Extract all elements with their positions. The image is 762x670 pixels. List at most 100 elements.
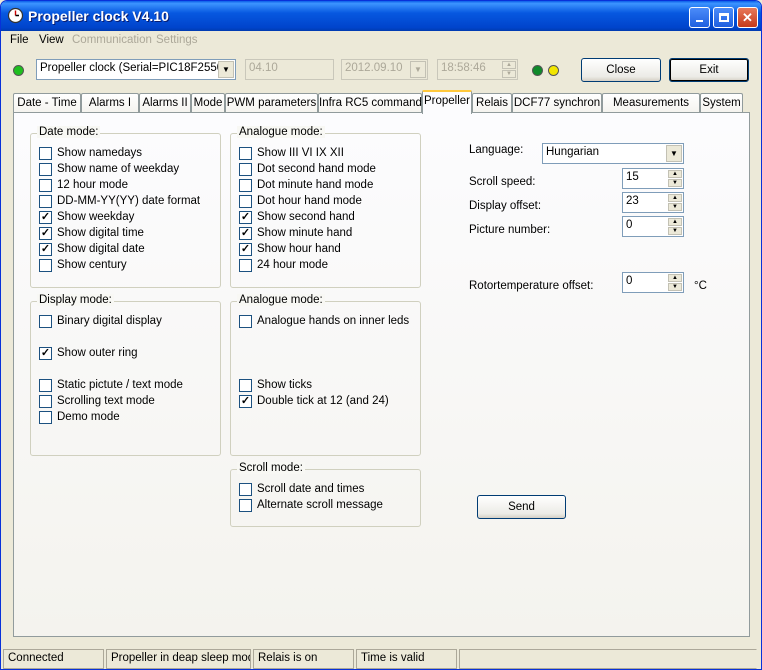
checkbox-label: Dot hour hand mode (257, 195, 362, 207)
language-select-value: Hungarian (546, 146, 600, 158)
tab-date-time[interactable]: Date - Time (13, 93, 81, 113)
checkbox-label: DD-MM-YY(YY) date format (57, 195, 201, 207)
menu-communication[interactable]: Communication (72, 34, 152, 46)
propeller-tab-panel: Date mode: Show namedays Show name of wee… (13, 112, 750, 637)
checkmark-icon[interactable]: ✓ (239, 243, 252, 256)
picture-number-value: 0 (626, 219, 633, 231)
tab-system[interactable]: System (700, 93, 743, 113)
time-spinner: ▲ ▼ (502, 61, 516, 78)
checkbox-box[interactable] (39, 315, 52, 328)
checkmark-icon[interactable]: ✓ (39, 211, 52, 224)
picture-number-stepper[interactable]: 0 ▲ ▼ (622, 216, 684, 237)
checkbox-box[interactable] (239, 179, 252, 192)
display-offset-label: Display offset: (469, 200, 542, 212)
checkbox-box[interactable] (239, 379, 252, 392)
checkbox-box[interactable] (39, 179, 52, 192)
checkbox-label: Show hour hand (257, 243, 341, 255)
language-select[interactable]: Hungarian ▼ (542, 143, 684, 164)
close-button[interactable]: Close (581, 58, 661, 82)
checkbox-box[interactable] (39, 411, 52, 424)
tab-alarms-i[interactable]: Alarms I (81, 93, 139, 113)
checkbox-box[interactable] (39, 379, 52, 392)
checkbox-label: Analogue hands on inner leds (257, 315, 410, 327)
picture-number-label: Picture number: (469, 224, 551, 236)
chevron-down-icon[interactable]: ▼ (666, 145, 682, 162)
menu-file[interactable]: File (10, 34, 29, 46)
checkbox-label: Dot minute hand mode (257, 179, 374, 191)
status-led-green (532, 65, 543, 76)
checkmark-icon[interactable]: ✓ (239, 227, 252, 240)
checkbox-box[interactable] (239, 499, 252, 512)
tab-mode[interactable]: Mode (191, 93, 225, 113)
maximize-button[interactable] (713, 7, 734, 28)
checkbox-box[interactable] (39, 147, 52, 160)
time-field: 18:58:46 ▲ ▼ (437, 59, 518, 80)
checkbox-label: Show century (57, 259, 127, 271)
status-time: Time is valid (356, 649, 457, 669)
checkbox-label: Binary digital display (57, 315, 162, 327)
checkbox-label: 12 hour mode (57, 179, 128, 191)
minimize-icon (696, 20, 703, 22)
tab-relais[interactable]: Relais (472, 93, 512, 113)
date-mode-group: Date mode: Show namedays Show name of wee… (30, 126, 221, 288)
checkbox-box[interactable] (239, 315, 252, 328)
checkmark-icon[interactable]: ✓ (39, 243, 52, 256)
scroll-mode-group: Scroll mode: Scroll date and times Altern… (230, 462, 421, 527)
display-mode-title: Display mode: (37, 294, 114, 306)
checkbox-label: Scrolling text mode (57, 395, 155, 407)
display-offset-value: 23 (626, 195, 639, 207)
checkbox-box[interactable] (39, 195, 52, 208)
rotor-temp-stepper[interactable]: 0 ▲ ▼ (622, 272, 684, 293)
scroll-speed-spin-buttons[interactable]: ▲ ▼ (668, 170, 682, 187)
exit-button[interactable]: Exit (669, 58, 749, 82)
checkbox-box[interactable] (239, 259, 252, 272)
title-bar[interactable]: Propeller clock V4.10 ✕ (1, 1, 761, 31)
minimize-button[interactable] (689, 7, 710, 28)
checkmark-icon[interactable]: ✓ (39, 347, 52, 360)
menu-view[interactable]: View (39, 34, 64, 46)
checkbox-box[interactable] (239, 147, 252, 160)
checkbox-label: Alternate scroll message (257, 499, 383, 511)
checkbox-box[interactable] (39, 259, 52, 272)
maximize-icon (718, 13, 729, 22)
tab-propeller[interactable]: Propeller (422, 90, 472, 114)
chevron-down-icon[interactable]: ▼ (218, 61, 234, 78)
checkbox-box[interactable] (239, 163, 252, 176)
checkmark-icon[interactable]: ✓ (239, 395, 252, 408)
status-connection: Connected (3, 649, 104, 669)
language-label: Language: (469, 144, 524, 156)
tab-infra-rc5-commands[interactable]: Infra RC5 commands (318, 93, 428, 113)
checkbox-box[interactable] (239, 195, 252, 208)
scroll-speed-stepper[interactable]: 15 ▲ ▼ (622, 168, 684, 189)
analogue-mode-group: Analogue mode: Show III VI IX XII Dot sec… (230, 126, 421, 288)
date-mode-title: Date mode: (37, 126, 101, 138)
checkbox-label: Double tick at 12 (and 24) (257, 395, 389, 407)
close-window-button[interactable]: ✕ (737, 7, 758, 28)
tab-dcf77-synchron[interactable]: DCF77 synchron (512, 93, 602, 113)
display-offset-stepper[interactable]: 23 ▲ ▼ (622, 192, 684, 213)
rotor-temp-spin-buttons[interactable]: ▲ ▼ (668, 274, 682, 291)
tab-pwm-parameters[interactable]: PWM parameters (225, 93, 318, 113)
checkbox-box[interactable] (39, 163, 52, 176)
checkbox-label: Static pictute / text mode (57, 379, 183, 391)
checkbox-label: Show namedays (57, 147, 143, 159)
checkbox-label: Demo mode (57, 411, 120, 423)
status-propeller: Propeller in deap sleep mode (106, 649, 251, 669)
display-offset-spin-buttons[interactable]: ▲ ▼ (668, 194, 682, 211)
send-button[interactable]: Send (477, 495, 566, 519)
checkbox-label: Show III VI IX XII (257, 147, 344, 159)
checkbox-label: Show ticks (257, 379, 312, 391)
checkbox-box[interactable] (39, 395, 52, 408)
status-led-yellow (548, 65, 559, 76)
analogue-mode-2-group: Analogue mode: Analogue hands on inner l… (230, 294, 421, 456)
checkbox-label: Show name of weekday (57, 163, 180, 175)
picture-number-spin-buttons[interactable]: ▲ ▼ (668, 218, 682, 235)
menu-settings[interactable]: Settings (156, 34, 198, 46)
device-select[interactable]: Propeller clock (Serial=PIC18F2550) ▼ (36, 59, 236, 80)
tab-measurements[interactable]: Measurements (602, 93, 700, 113)
checkbox-box[interactable] (239, 483, 252, 496)
checkbox-label: Scroll date and times (257, 483, 365, 495)
tab-alarms-ii[interactable]: Alarms II (139, 93, 191, 113)
checkmark-icon[interactable]: ✓ (39, 227, 52, 240)
checkmark-icon[interactable]: ✓ (239, 211, 252, 224)
